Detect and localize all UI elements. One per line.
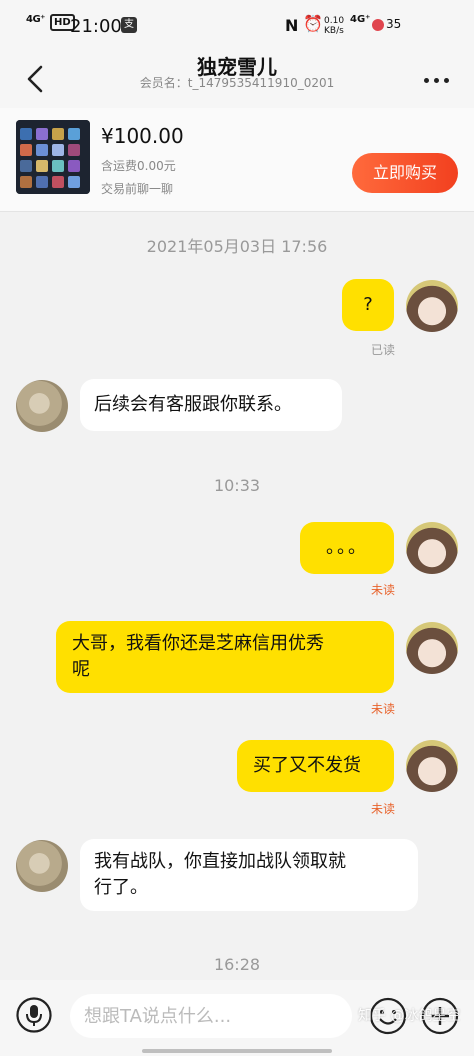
battery-icon xyxy=(372,18,384,31)
my-avatar[interactable] xyxy=(406,280,458,332)
my-avatar[interactable] xyxy=(406,522,458,574)
message-timestamp: 16:28 xyxy=(213,955,261,974)
more-dots-icon[interactable] xyxy=(424,68,456,83)
message-bubble-mine[interactable]: 大哥，我看你还是芝麻信用优秀 呢 xyxy=(56,621,394,693)
message-line: 我有战队，你直接加战队领取就 xyxy=(94,851,346,872)
message-timestamp: 10:33 xyxy=(213,476,261,495)
product-thumbnail[interactable] xyxy=(16,120,90,194)
my-avatar[interactable] xyxy=(406,740,458,792)
seller-avatar[interactable] xyxy=(16,380,68,432)
alarm-icon: ⏰ xyxy=(303,14,323,33)
network-speed: 0.10 KB/s xyxy=(324,16,344,36)
microphone-icon[interactable] xyxy=(16,997,52,1033)
message-input[interactable] xyxy=(70,994,352,1038)
battery-indicator: 35 xyxy=(372,17,401,31)
seller-avatar[interactable] xyxy=(16,840,68,892)
network-speed-value: 0.10 xyxy=(324,16,345,26)
dot xyxy=(434,78,439,83)
status-time: 21:00 xyxy=(70,16,122,37)
shipping-fee: 含运费0.00元 xyxy=(101,159,176,173)
message-line: 大哥，我看你还是芝麻信用优秀 xyxy=(72,633,324,654)
nfc-icon: Ν xyxy=(285,16,299,35)
signal-indicator: 4G⁺ xyxy=(26,14,45,25)
alipay-notification-icon: 支 xyxy=(121,17,137,33)
message-line: 呢 xyxy=(72,659,90,680)
message-bubble-mine[interactable]: 。。。 xyxy=(300,522,394,574)
network-type: 4G⁺ xyxy=(350,14,371,25)
battery-level: 35 xyxy=(386,17,402,31)
watermark: 知乎 @冰鸽星空 xyxy=(358,1008,461,1024)
member-name: 会员名：t_1479535411910_0201 xyxy=(139,76,335,90)
home-indicator[interactable] xyxy=(142,1049,332,1053)
chat-before-trade-note: 交易前聊一聊 xyxy=(101,182,174,196)
dot xyxy=(444,78,449,83)
message-bubble-other[interactable]: 后续会有客服跟你联系。 xyxy=(80,379,342,431)
message-line: 行了。 xyxy=(94,877,148,898)
buy-now-button[interactable]: 立即购买 xyxy=(352,153,458,193)
unread-status: 未读 xyxy=(370,583,395,597)
unread-status: 未读 xyxy=(370,802,395,816)
message-bubble-mine[interactable]: ? xyxy=(342,279,394,331)
network-speed-unit: KB/s xyxy=(324,26,344,36)
message-bubble-other[interactable]: 我有战队，你直接加战队领取就 行了。 xyxy=(80,839,418,911)
dot xyxy=(424,78,429,83)
message-bubble-mine[interactable]: 买了又不发货 xyxy=(237,740,394,792)
read-status: 已读 xyxy=(370,343,395,357)
unread-status: 未读 xyxy=(370,702,395,716)
product-price: ¥100.00 xyxy=(101,124,184,148)
message-timestamp: 2021年05月03日 17:56 xyxy=(146,237,328,256)
my-avatar[interactable] xyxy=(406,622,458,674)
